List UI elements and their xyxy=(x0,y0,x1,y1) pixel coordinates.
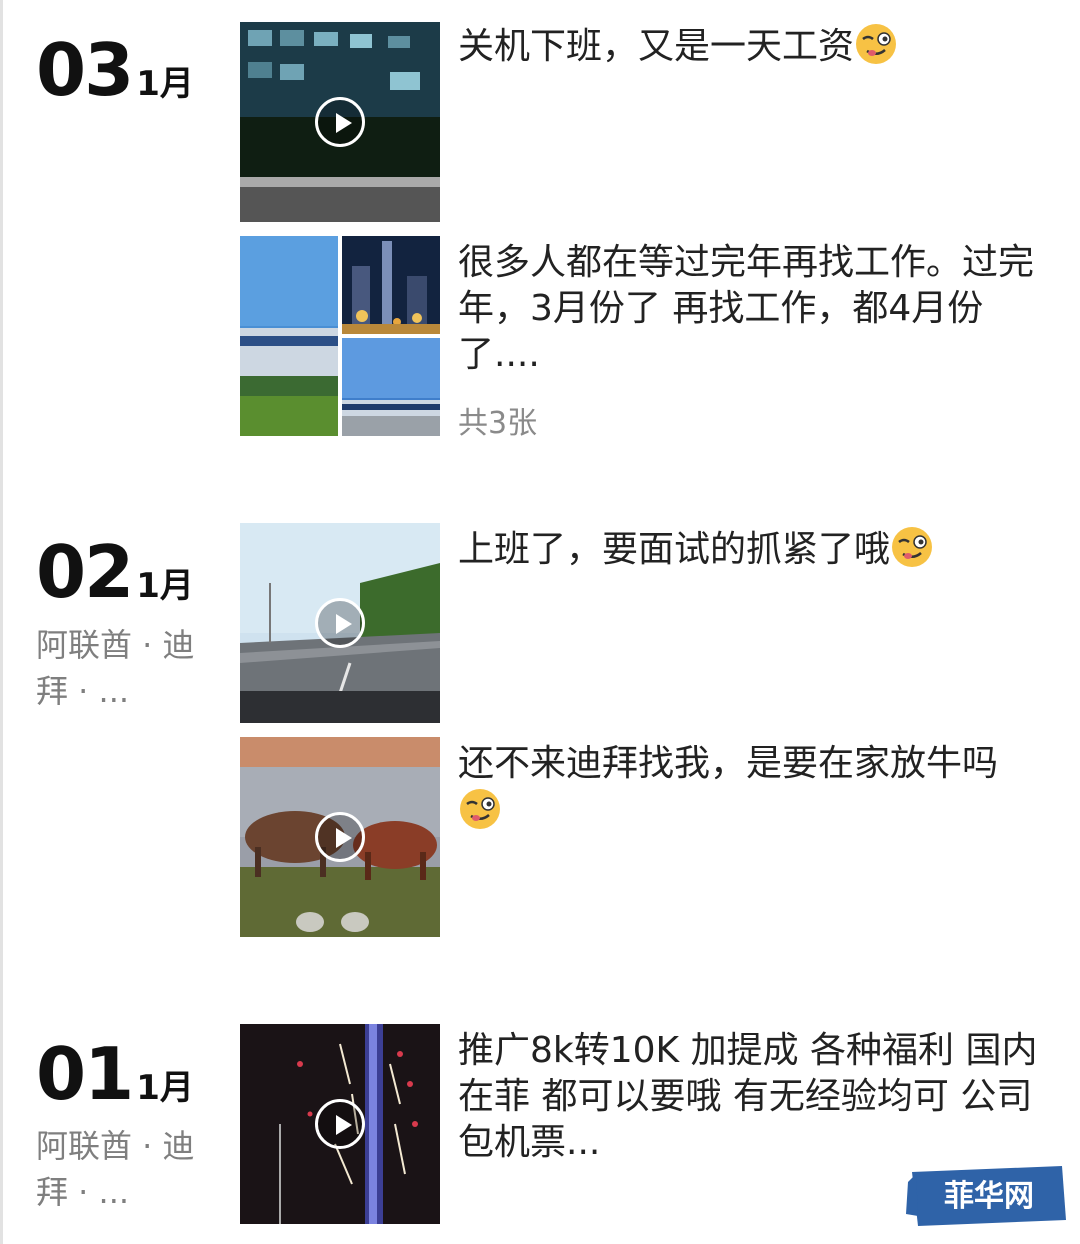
video-thumbnail[interactable] xyxy=(240,523,440,723)
wink-tongue-icon xyxy=(856,24,897,64)
photo-building-sky[interactable] xyxy=(240,236,338,436)
play-icon xyxy=(315,812,365,862)
video-thumbnail[interactable] xyxy=(240,737,440,937)
video-thumbnail[interactable] xyxy=(240,1024,440,1224)
location-label[interactable]: 阿联酋 · 迪拜 · ... xyxy=(36,622,216,714)
post-text[interactable]: 还不来迪拜找我，是要在家放牛吗 xyxy=(458,741,1048,835)
video-thumbnail[interactable] xyxy=(240,22,440,222)
location-label[interactable]: 阿联酋 · 迪拜 · ... xyxy=(36,1123,216,1215)
svg-text:菲华网: 菲华网 xyxy=(944,1179,1034,1214)
timeline-left-border xyxy=(0,0,3,1244)
date-header: 02 1月 xyxy=(36,536,194,608)
play-icon xyxy=(315,1099,365,1149)
wink-tongue-icon xyxy=(460,789,500,829)
photo-count-label: 共3张 xyxy=(458,406,538,441)
post-text[interactable]: 很多人都在等过完年再找工作。过完年，3月份了 再找工作，都4月份了.... xyxy=(458,240,1048,378)
date-header: 03 1月 xyxy=(36,34,194,106)
photo-night-tower[interactable] xyxy=(342,236,440,334)
month-label: 1月 xyxy=(136,64,194,104)
post-text[interactable]: 推广8k转10K 加提成 各种福利 国内 在菲 都可以要哦 有无经验均可 公司包… xyxy=(458,1028,1048,1166)
month-label: 1月 xyxy=(136,566,194,606)
wink-tongue-icon xyxy=(892,527,933,567)
day-number: 03 xyxy=(36,28,134,112)
watermark-logo: 菲华网 xyxy=(904,1162,1070,1228)
post-text[interactable]: 关机下班，又是一天工资 xyxy=(458,22,1048,70)
day-number: 01 xyxy=(36,1032,134,1116)
play-icon xyxy=(315,598,365,648)
post-text[interactable]: 上班了，要面试的抓紧了哦 xyxy=(458,525,1048,573)
day-number: 02 xyxy=(36,530,134,614)
photo-grid[interactable] xyxy=(240,236,440,436)
photo-sky-building[interactable] xyxy=(342,338,440,436)
month-label: 1月 xyxy=(136,1068,194,1108)
play-icon xyxy=(315,97,365,147)
date-header: 01 1月 xyxy=(36,1038,194,1110)
